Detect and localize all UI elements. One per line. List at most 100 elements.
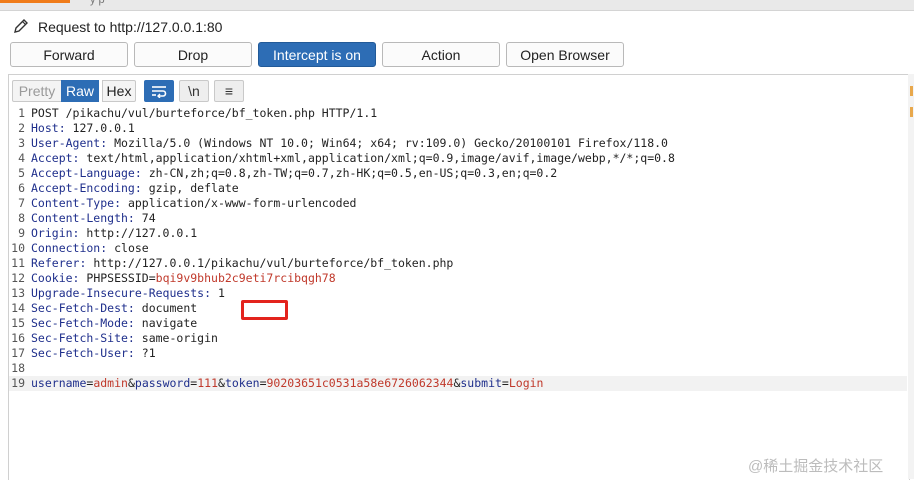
code-line[interactable]: 14 Sec-Fetch-Dest: document [9,301,907,316]
pretty-tab[interactable]: Pretty [12,80,62,102]
intercept-toggle-button[interactable]: Intercept is on [258,42,376,67]
line-number: 8 [18,211,25,225]
code-line[interactable]: 10 Connection: close [9,241,907,256]
line-number: 19 [11,376,25,390]
header-name: Accept-Encoding: [31,181,142,195]
code-line[interactable]: 8 Content-Length: 74 [9,211,907,226]
line-number: 18 [11,361,25,375]
line-number: 2 [18,121,25,135]
request-header: Request to http://127.0.0.1:80 [0,11,914,41]
code-line[interactable]: 15 Sec-Fetch-Mode: navigate [9,316,907,331]
header-name: Accept: [31,151,80,165]
line-content: Referer: http://127.0.0.1/pikachu/vul/bu… [31,256,453,271]
watermark: @稀土掘金技术社区 [748,458,884,475]
line-content: Host: 127.0.0.1 [31,121,135,136]
header-name: Content-Type: [31,196,122,210]
active-tab-indicator[interactable] [0,0,70,3]
header-value: same-origin [134,331,218,345]
code-line[interactable]: 18 [9,361,907,376]
request-code-area[interactable]: 1 POST /pikachu/vul/burteforce/bf_token.p… [9,106,907,391]
line-content: Sec-Fetch-Dest: document [31,301,197,316]
code-line[interactable]: 13 Upgrade-Insecure-Requests: 1 [9,286,907,301]
line-content: username=admin&password=111&token=902036… [31,376,543,391]
line-number: 15 [11,316,25,330]
open-browser-button[interactable]: Open Browser [506,42,624,67]
show-newlines-toggle[interactable]: \n [179,80,209,102]
line-number: 12 [11,271,25,285]
line-number: 5 [18,166,25,180]
line-number: 11 [11,256,25,270]
header-value: gzip, deflate [141,181,239,195]
pencil-icon [14,19,28,33]
line-content: Accept-Language: zh-CN,zh;q=0.8,zh-TW;q=… [31,166,557,181]
line-content: Connection: close [31,241,149,256]
line-number: 4 [18,151,25,165]
header-name: User-Agent: [31,136,108,150]
header-name: Sec-Fetch-Site: [31,331,135,345]
line-content: Cookie: PHPSESSID=bqi9v9bhub2c9eti7rcibq… [31,271,336,286]
line-content: Sec-Fetch-User: ?1 [31,346,156,361]
line-content: POST /pikachu/vul/burteforce/bf_token.ph… [31,106,377,121]
forward-button[interactable]: Forward [10,42,128,67]
line-number: 16 [11,331,25,345]
header-name: Sec-Fetch-User: [31,346,135,360]
token-highlight-box [241,300,288,320]
header-value: Mozilla/5.0 (Windows NT 10.0; Win64; x64… [107,136,668,150]
code-line[interactable]: 17 Sec-Fetch-User: ?1 [9,346,907,361]
header-value: document [134,301,198,315]
code-line[interactable]: 11 Referer: http://127.0.0.1/pikachu/vul/… [9,256,907,271]
header-name: Host: [31,121,66,135]
header-value: ?1 [134,346,156,360]
param-key: submit [460,376,502,390]
header-name: Sec-Fetch-Mode: [31,316,135,330]
raw-tab[interactable]: Raw [61,80,99,102]
right-scroll-gutter[interactable] [908,74,914,479]
request-title: Request to http://127.0.0.1:80 [38,19,223,35]
code-line[interactable]: 7 Content-Type: application/x-www-form-ur… [9,196,907,211]
header-value: 1 [211,286,225,300]
header-value: text/html,application/xhtml+xml,applicat… [79,151,675,165]
top-tab-strip: y p [0,0,914,11]
line-content: User-Agent: Mozilla/5.0 (Windows NT 10.0… [31,136,668,151]
code-line[interactable]: 16 Sec-Fetch-Site: same-origin [9,331,907,346]
word-wrap-toggle[interactable] [144,80,174,102]
code-line[interactable]: 1 POST /pikachu/vul/burteforce/bf_token.p… [9,106,907,121]
code-line[interactable]: 9 Origin: http://127.0.0.1 [9,226,907,241]
line-number: 14 [11,301,25,315]
line-content: Sec-Fetch-Site: same-origin [31,331,218,346]
code-line[interactable]: 19 username=admin&password=111&token=9020… [9,376,907,391]
line-content: Accept-Encoding: gzip, deflate [31,181,239,196]
drop-button[interactable]: Drop [134,42,252,67]
line-content: Content-Type: application/x-www-form-url… [31,196,356,211]
line-number: 13 [11,286,25,300]
line-content: Origin: http://127.0.0.1 [31,226,197,241]
line-content: Content-Length: 74 [31,211,156,226]
code-line[interactable]: 3 User-Agent: Mozilla/5.0 (Windows NT 10.… [9,136,907,151]
param-value: 90203651c0531a58e6726062344 [266,376,454,390]
line-content: Sec-Fetch-Mode: navigate [31,316,197,331]
header-name: Connection: [31,241,108,255]
line-content: Accept: text/html,application/xhtml+xml,… [31,151,675,166]
param-value: 111 [197,376,218,390]
code-line[interactable]: 5 Accept-Language: zh-CN,zh;q=0.8,zh-TW;q… [9,166,907,181]
header-value: 127.0.0.1 [65,121,135,135]
intercept-toolbar: Forward Drop Intercept is on Action Open… [0,42,914,70]
line-number: 1 [18,106,25,120]
header-value: navigate [134,316,198,330]
line-number: 6 [18,181,25,195]
header-value: http://127.0.0.1 [79,226,198,240]
top-tab-text: y p [90,0,105,6]
code-line[interactable]: 12 Cookie: PHPSESSID=bqi9v9bhub2c9eti7rci… [9,271,907,286]
line-number: 17 [11,346,25,360]
code-line[interactable]: 4 Accept: text/html,application/xhtml+xml… [9,151,907,166]
code-line[interactable]: 2 Host: 127.0.0.1 [9,121,907,136]
header-name: Upgrade-Insecure-Requests: [31,286,212,300]
hex-tab[interactable]: Hex [102,80,136,102]
menu-button[interactable]: ≡ [214,80,244,102]
action-button[interactable]: Action [382,42,500,67]
line-number: 7 [18,196,25,210]
request-editor[interactable]: Pretty Raw Hex \n ≡ 1 POST /pikachu/vul/b… [8,74,910,480]
header-name: Sec-Fetch-Dest: [31,301,135,315]
header-value: http://127.0.0.1/pikachu/vul/burteforce/… [86,256,454,270]
code-line[interactable]: 6 Accept-Encoding: gzip, deflate [9,181,907,196]
